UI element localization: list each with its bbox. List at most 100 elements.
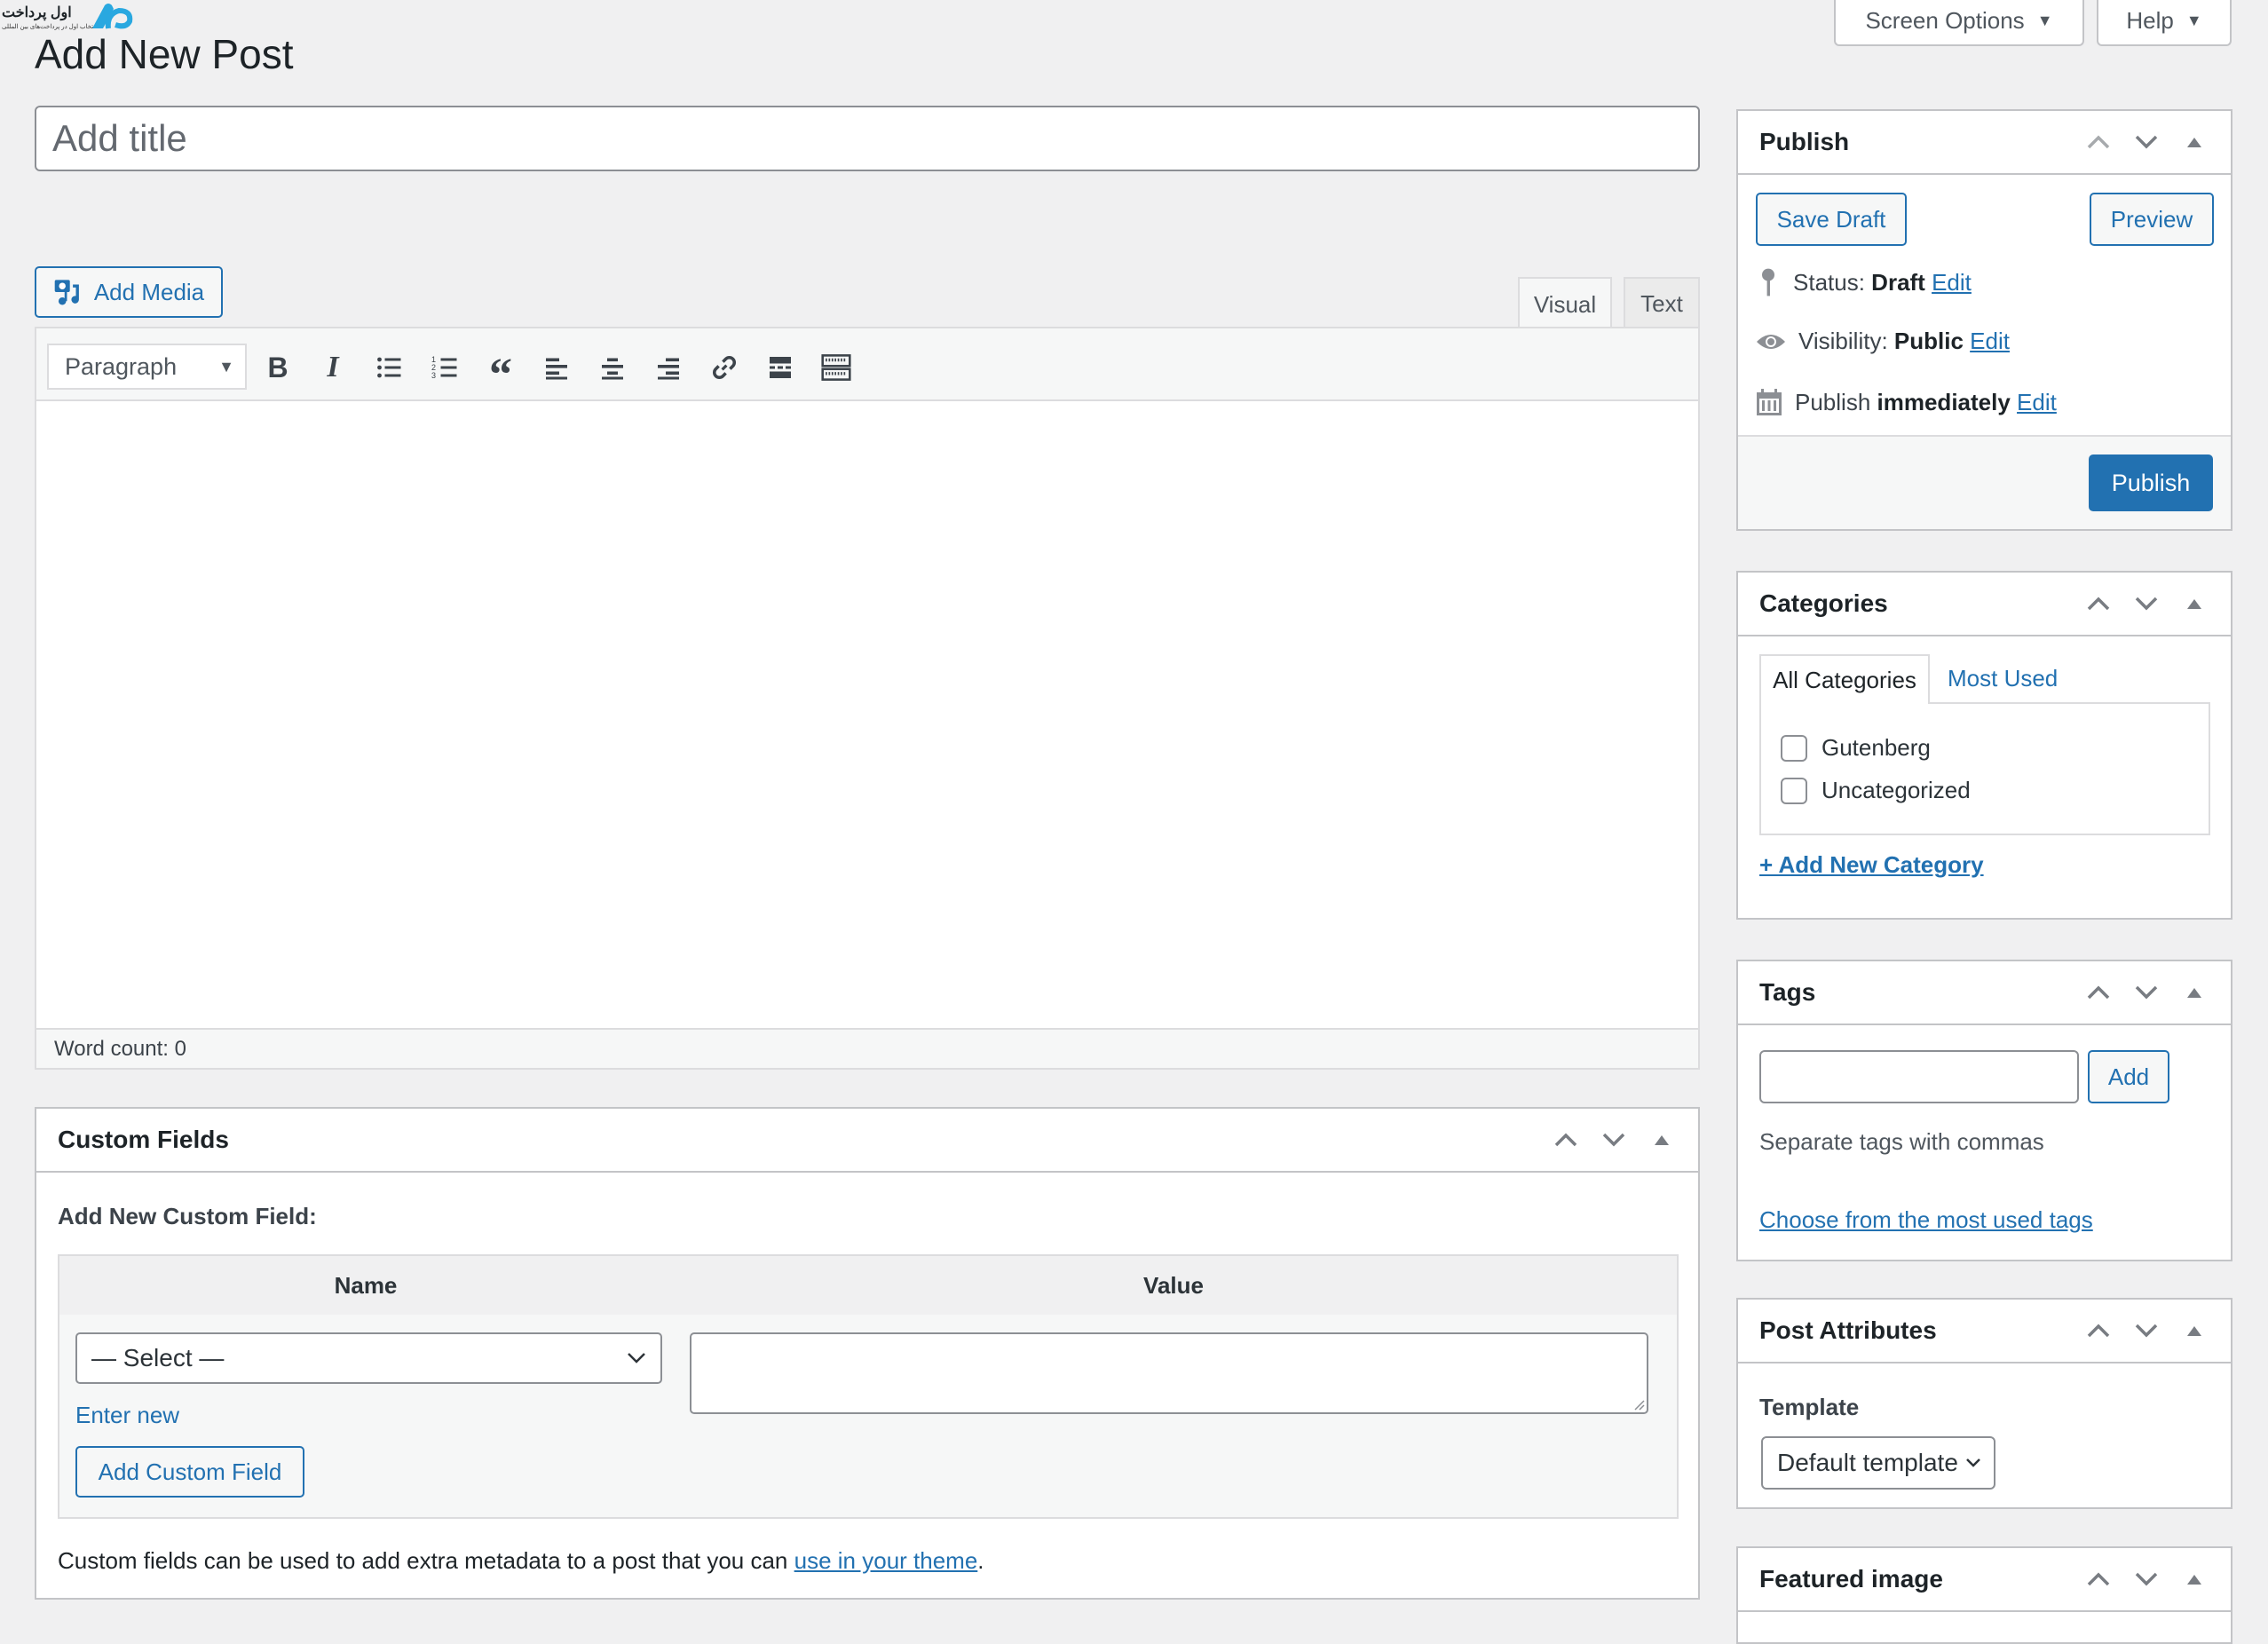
- category-label: Gutenberg: [1822, 734, 1931, 761]
- status-value: Draft: [1871, 268, 1925, 296]
- paragraph-format-select[interactable]: Paragraph ▼: [47, 344, 247, 390]
- add-media-label: Add Media: [93, 278, 205, 305]
- categories-box: Categories All Categories Most Used Gute…: [1736, 571, 2232, 920]
- custom-fields-help-text: Custom fields can be used to add extra m…: [58, 1547, 984, 1575]
- numbered-list-icon[interactable]: 123: [425, 348, 464, 387]
- move-down-icon[interactable]: [1599, 1125, 1629, 1155]
- italic-icon[interactable]: I: [313, 348, 352, 387]
- tab-visual[interactable]: Visual: [1518, 277, 1612, 330]
- align-center-icon[interactable]: [593, 348, 632, 387]
- toggle-panel-icon[interactable]: [2179, 1564, 2209, 1594]
- use-in-theme-link[interactable]: use in your theme: [794, 1547, 978, 1574]
- bold-icon[interactable]: B: [258, 348, 297, 387]
- add-custom-field-button[interactable]: Add Custom Field: [75, 1446, 304, 1498]
- move-down-icon[interactable]: [2131, 589, 2161, 619]
- edit-status-link[interactable]: Edit: [1932, 269, 1972, 296]
- tag-input[interactable]: [1759, 1050, 2079, 1103]
- align-left-icon[interactable]: [537, 348, 576, 387]
- toggle-panel-icon[interactable]: [2179, 977, 2209, 1008]
- tab-all-categories[interactable]: All Categories: [1759, 654, 1930, 704]
- toggle-panel-icon[interactable]: [2179, 1316, 2209, 1346]
- edit-visibility-link[interactable]: Edit: [1970, 328, 2010, 354]
- tab-text[interactable]: Text: [1624, 277, 1700, 328]
- add-tag-button[interactable]: Add: [2088, 1050, 2169, 1103]
- featured-image-header: Featured image: [1738, 1548, 2231, 1612]
- toolbar-toggle-icon[interactable]: [817, 348, 856, 387]
- help-text: Custom fields can be used to add extra m…: [58, 1547, 794, 1574]
- categories-title: Categories: [1759, 589, 1888, 617]
- column-header-name: Name: [334, 1272, 398, 1299]
- publish-button[interactable]: Publish: [2089, 454, 2213, 511]
- add-new-category-link[interactable]: + Add New Category: [1759, 851, 1984, 879]
- screen-options-button[interactable]: Screen Options ▼: [1834, 0, 2084, 46]
- tags-title: Tags: [1759, 978, 1816, 1006]
- custom-field-value-textarea[interactable]: [690, 1332, 1648, 1414]
- schedule-value: immediately: [1877, 388, 2011, 415]
- column-header-value: Value: [1143, 1272, 1204, 1299]
- post-attributes-title: Post Attributes: [1759, 1316, 1937, 1344]
- chevron-down-icon: [628, 1353, 645, 1363]
- align-right-icon[interactable]: [649, 348, 688, 387]
- visibility-value: Public: [1893, 328, 1964, 354]
- move-up-icon[interactable]: [2083, 127, 2114, 157]
- template-select[interactable]: Default template: [1761, 1436, 1995, 1490]
- featured-image-box: Featured image: [1736, 1546, 2232, 1644]
- media-icon: [54, 280, 79, 305]
- category-checkbox-gutenberg[interactable]: [1781, 734, 1807, 762]
- editor-toolbar: Paragraph ▼ B I 123 “: [36, 328, 1698, 401]
- editor-content-area[interactable]: [36, 401, 1698, 1030]
- template-select-value: Default template: [1777, 1449, 1958, 1476]
- format-select-value: Paragraph: [65, 352, 178, 380]
- category-checkbox-uncategorized[interactable]: [1781, 777, 1807, 804]
- tags-header: Tags: [1738, 961, 2231, 1025]
- caret-down-icon: ▼: [2036, 11, 2053, 29]
- name-select-value: — Select —: [91, 1344, 225, 1371]
- custom-fields-header: Custom Fields: [36, 1109, 1698, 1173]
- move-up-icon[interactable]: [2083, 589, 2114, 619]
- bulleted-list-icon[interactable]: [369, 348, 408, 387]
- help-button[interactable]: Help ▼: [2097, 0, 2232, 46]
- preview-button[interactable]: Preview: [2090, 193, 2214, 246]
- content-editor: Paragraph ▼ B I 123 “ Word count: 0: [35, 327, 1700, 1070]
- add-media-button[interactable]: Add Media: [35, 266, 223, 318]
- svg-text:3: 3: [431, 371, 436, 380]
- add-new-custom-field-label: Add New Custom Field:: [58, 1203, 317, 1229]
- move-down-icon[interactable]: [2131, 1316, 2161, 1346]
- publish-header: Publish: [1738, 111, 2231, 175]
- move-up-icon[interactable]: [2083, 1564, 2114, 1594]
- toggle-panel-icon[interactable]: [2179, 127, 2209, 157]
- save-draft-button[interactable]: Save Draft: [1756, 193, 1907, 246]
- category-label: Uncategorized: [1822, 777, 1971, 803]
- categories-header: Categories: [1738, 573, 2231, 636]
- calendar-icon: [1757, 389, 1782, 415]
- pin-icon: [1762, 268, 1774, 296]
- resize-handle-icon[interactable]: [1631, 1396, 1645, 1411]
- move-down-icon[interactable]: [2131, 977, 2161, 1008]
- tags-hint: Separate tags with commas: [1759, 1128, 2044, 1155]
- post-title-input[interactable]: [35, 106, 1700, 171]
- move-up-icon[interactable]: [2083, 977, 2114, 1008]
- schedule-row: Publish immediately Edit: [1756, 388, 2057, 416]
- link-icon[interactable]: [705, 348, 744, 387]
- logo-mark-icon: [92, 4, 133, 29]
- edit-schedule-link[interactable]: Edit: [2017, 389, 2057, 415]
- tab-most-used[interactable]: Most Used: [1948, 665, 2058, 692]
- custom-field-name-select[interactable]: — Select —: [75, 1332, 662, 1384]
- publish-footer: Publish: [1738, 435, 2231, 529]
- visibility-label: Visibility:: [1798, 328, 1888, 354]
- blockquote-icon[interactable]: “: [481, 348, 520, 399]
- toggle-panel-icon[interactable]: [1647, 1125, 1677, 1155]
- move-up-icon[interactable]: [1551, 1125, 1581, 1155]
- toggle-panel-icon[interactable]: [2179, 589, 2209, 619]
- eye-icon: [1757, 334, 1785, 349]
- page-title: Add New Post: [35, 31, 294, 77]
- read-more-icon[interactable]: [761, 348, 800, 387]
- site-logo: اول پرداخت انتخاب اول در پرداخت‌های بین …: [0, 0, 133, 34]
- enter-new-link[interactable]: Enter new: [75, 1402, 179, 1429]
- move-up-icon[interactable]: [2083, 1316, 2114, 1346]
- status-row: Status: Draft Edit: [1756, 267, 1972, 297]
- choose-most-used-tags-link[interactable]: Choose from the most used tags: [1759, 1206, 2093, 1234]
- featured-image-title: Featured image: [1759, 1565, 1943, 1593]
- move-down-icon[interactable]: [2131, 127, 2161, 157]
- move-down-icon[interactable]: [2131, 1564, 2161, 1594]
